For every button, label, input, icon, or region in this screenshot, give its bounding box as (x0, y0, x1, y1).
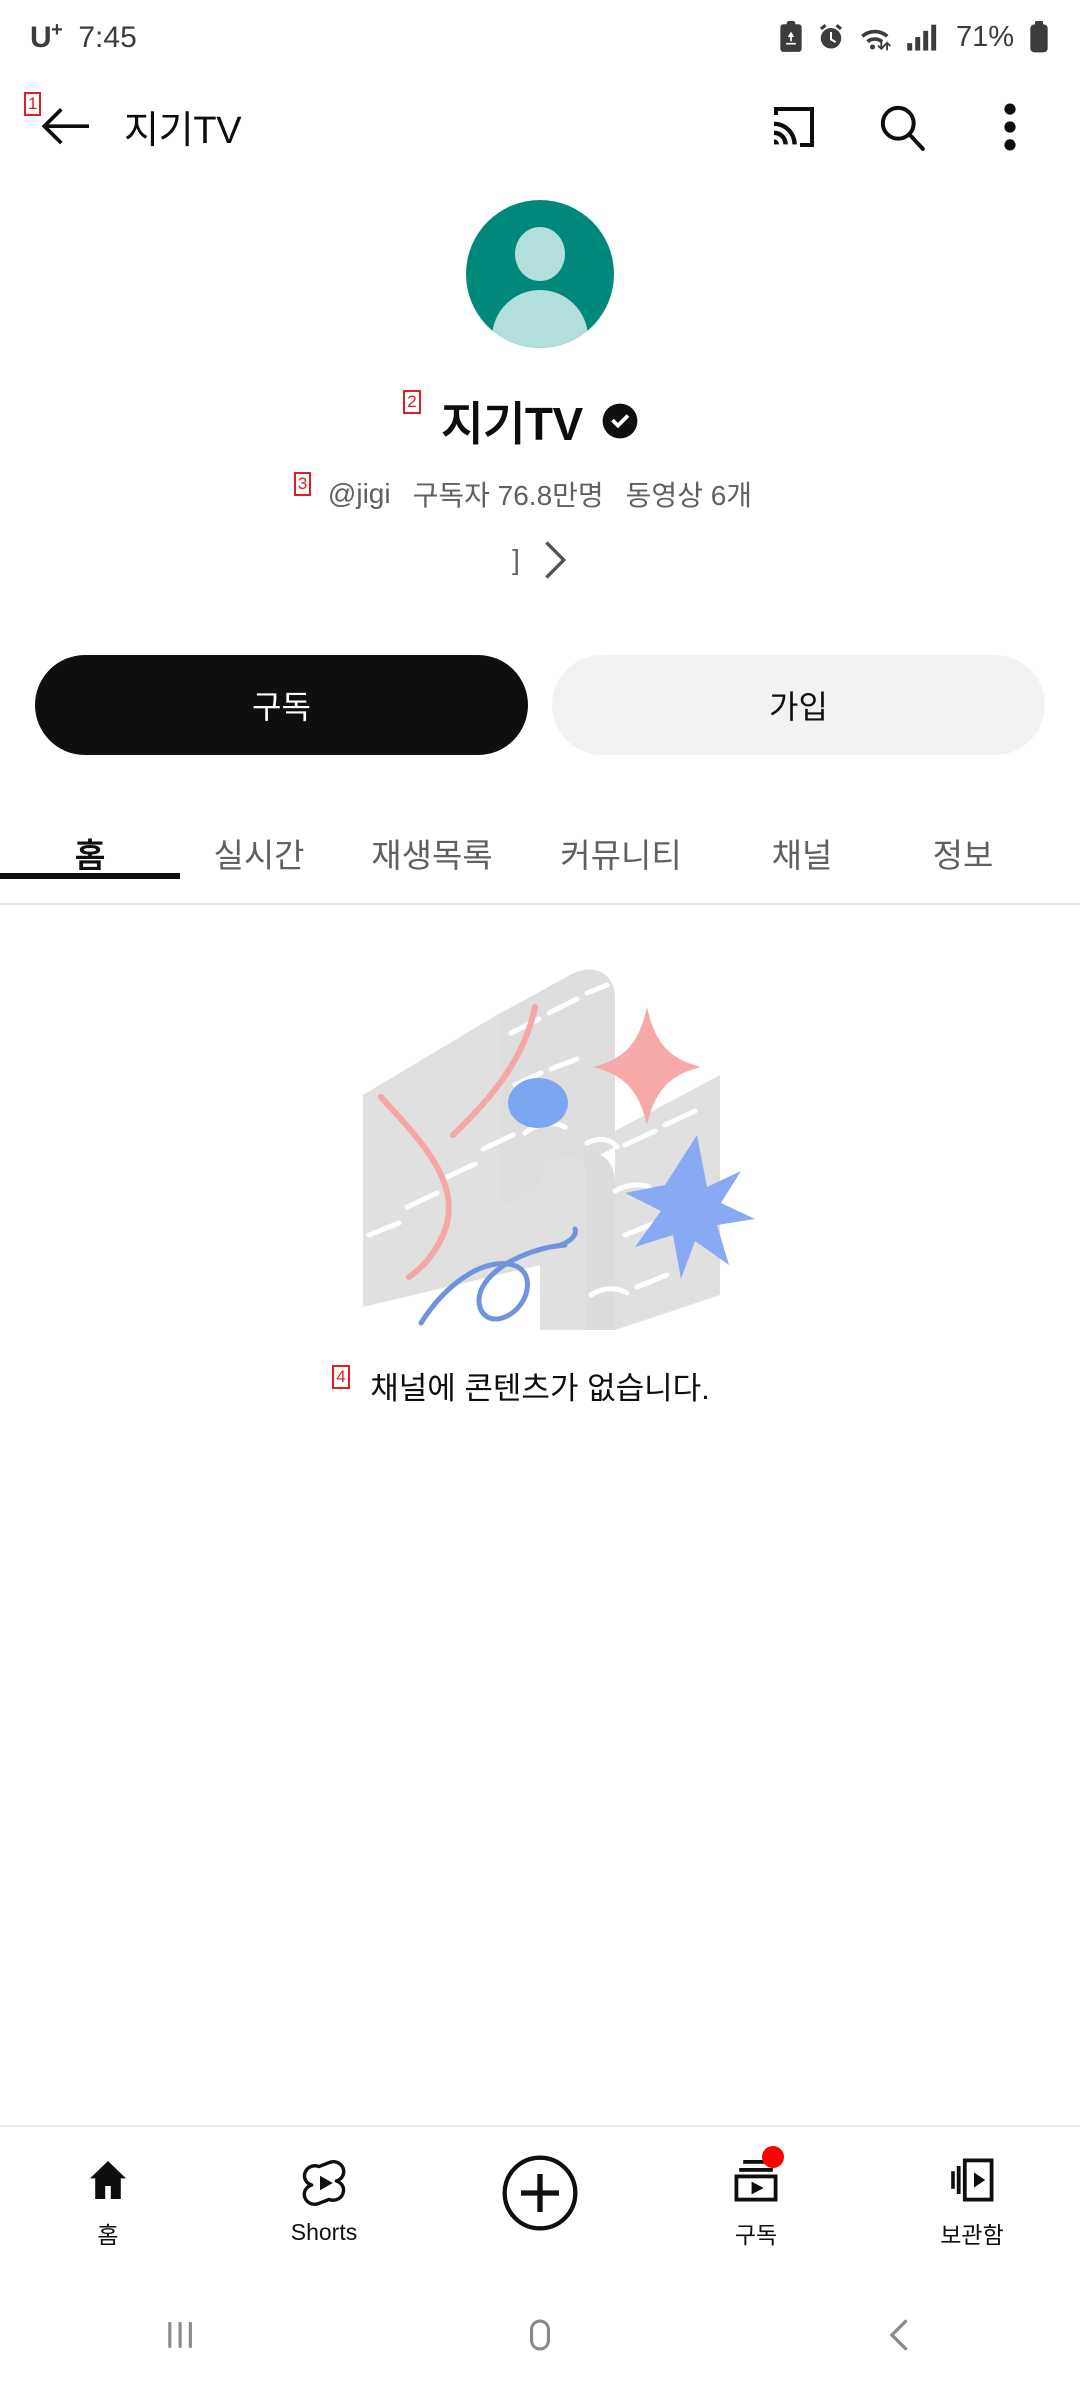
battery-icon (1028, 21, 1050, 53)
nav-icon-box (500, 2151, 580, 2235)
empty-state-text-row: 4 채널에 콘텐츠가 없습니다. (332, 1363, 710, 1408)
tab-label: 채널 (771, 837, 833, 874)
video-count: 동영상 6개 (625, 480, 753, 511)
page-title: 지기TV (124, 110, 242, 152)
tab-label: 실시간 (213, 837, 305, 874)
recents-icon (168, 2322, 192, 2348)
back-button[interactable]: 1 (24, 91, 96, 158)
nav-label: 보관함 (940, 2221, 1004, 2248)
verified-badge-icon (602, 403, 638, 439)
system-recents-button[interactable] (0, 2313, 360, 2357)
subscribe-button[interactable]: 구독 (35, 655, 528, 755)
tab-live[interactable]: 실시간 (180, 795, 338, 877)
chevron-right-icon (545, 541, 567, 579)
shorts-icon (302, 2160, 346, 2206)
home-icon (90, 2160, 126, 2199)
nav-icon-box (300, 2151, 348, 2207)
empty-state-text: 채널에 콘텐츠가 없습니다. (370, 1371, 710, 1406)
channel-description: ] (512, 544, 520, 575)
notification-badge (762, 2145, 784, 2168)
tab-community[interactable]: 커뮤니티 (526, 795, 716, 877)
tab-channels[interactable]: 채널 (716, 795, 888, 877)
status-bar: U+ 7:45 71% (0, 0, 1080, 74)
empty-state: 4 채널에 콘텐츠가 없습니다. (0, 935, 1080, 1408)
signal-bars-icon (906, 22, 938, 52)
wifi-icon (858, 22, 894, 52)
annotation-marker-4: 4 (332, 1365, 350, 1389)
system-navigation-bar (0, 2270, 1080, 2400)
bottom-navigation: 홈 Shorts 구독 보관함 (0, 2125, 1080, 2270)
library-icon (951, 2158, 994, 2202)
nav-label: Shorts (290, 2219, 358, 2245)
status-time: 7:45 (78, 21, 137, 54)
annotation-marker-3: 3 (293, 472, 312, 496)
channel-name: 지기TV (441, 398, 583, 450)
channel-actions: 구독 가입 (0, 655, 1080, 755)
home-pill-icon (530, 2319, 550, 2351)
clipboard-recycle-icon (778, 21, 804, 53)
back-chevron-icon (889, 2319, 908, 2351)
system-home-button[interactable] (360, 2313, 720, 2357)
avatar-head (515, 227, 565, 281)
nav-icon-box (732, 2145, 784, 2204)
channel-name-row: 2 지기TV (403, 388, 638, 454)
app-bar: 1 지기TV (0, 74, 1080, 179)
tab-label: 커뮤니티 (560, 837, 682, 874)
nav-item-shorts[interactable]: Shorts (216, 2151, 432, 2246)
carrier-label: U+ (30, 19, 63, 54)
phone-screen: U+ 7:45 71% 1 지기TV 2 지기TV 3 @jigi 구독자 76… (0, 0, 1080, 2400)
nav-label: 구독 (734, 2221, 778, 2248)
annotation-marker-1: 1 (24, 91, 42, 116)
winding-road-illustration (363, 969, 755, 1330)
more-options-button[interactable] (982, 99, 1038, 155)
nav-item-library[interactable]: 보관함 (864, 2148, 1080, 2250)
status-bar-right: 71% (778, 21, 1050, 54)
avatar-body (492, 290, 588, 348)
search-icon (880, 105, 925, 151)
tab-active-indicator (0, 873, 180, 879)
channel-header: 2 지기TV 3 @jigi 구독자 76.8만명 동영상 6개 ] (0, 200, 1080, 580)
plus-circle-icon (502, 2154, 578, 2231)
channel-tabs: 홈 실시간 재생목록 커뮤니티 채널 정보 (0, 795, 1080, 905)
channel-description-row[interactable]: ] (512, 540, 568, 580)
more-vertical-icon (1004, 102, 1016, 151)
cast-button[interactable] (766, 99, 822, 155)
cast-icon (774, 106, 814, 147)
battery-percent: 71% (955, 20, 1014, 53)
nav-item-subscriptions[interactable]: 구독 (648, 2145, 864, 2250)
tab-about[interactable]: 정보 (888, 795, 1038, 877)
nav-icon-box (84, 2148, 132, 2204)
subscriber-count: 구독자 76.8만명 (412, 480, 604, 511)
channel-stats[interactable]: 3 @jigi 구독자 76.8만명 동영상 6개 (293, 472, 753, 514)
alarm-clock-icon (816, 22, 846, 52)
nav-icon-box (948, 2148, 996, 2204)
tab-label: 정보 (932, 837, 994, 874)
join-button[interactable]: 가입 (552, 655, 1045, 755)
tab-playlists[interactable]: 재생목록 (338, 795, 526, 877)
search-button[interactable] (874, 99, 930, 155)
app-bar-actions (766, 99, 1046, 155)
system-back-button[interactable] (720, 2313, 1080, 2357)
channel-handle: @jigi (327, 478, 391, 509)
tab-label: 재생목록 (371, 837, 493, 874)
tab-label: 홈 (74, 837, 106, 874)
arrow-left-icon (41, 107, 89, 144)
status-bar-left: U+ 7:45 (30, 19, 137, 55)
annotation-marker-2: 2 (403, 390, 421, 414)
avatar[interactable] (466, 200, 614, 348)
nav-item-home[interactable]: 홈 (0, 2148, 216, 2250)
tab-home[interactable]: 홈 (0, 795, 180, 879)
nav-label: 홈 (97, 2221, 119, 2248)
nav-item-create[interactable] (432, 2151, 648, 2247)
